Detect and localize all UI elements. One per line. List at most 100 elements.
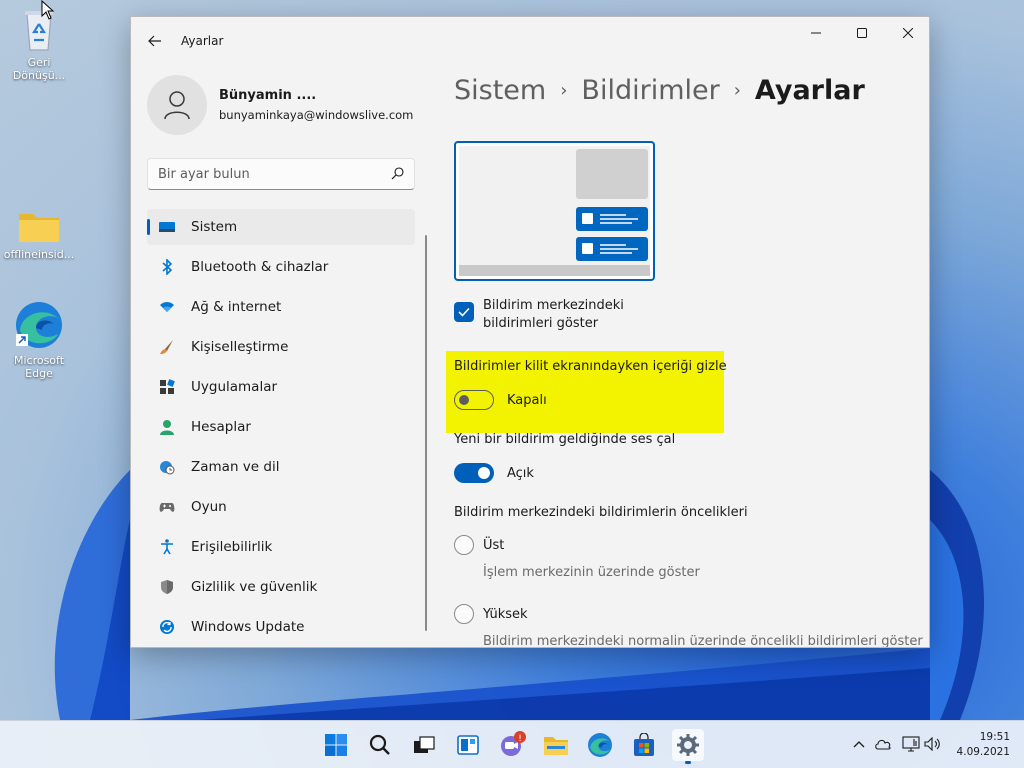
search-icon[interactable]	[391, 167, 404, 180]
task-view-button[interactable]	[408, 729, 440, 761]
network-icon	[902, 736, 920, 752]
taskbar: ! 19:51 4.09.2021	[0, 720, 1024, 768]
sidebar-item-label: Ağ & internet	[191, 299, 282, 315]
sidebar-item-windows-update[interactable]: Windows Update	[147, 609, 415, 645]
widgets-button[interactable]	[452, 729, 484, 761]
volume-icon	[924, 737, 940, 751]
active-app-indicator	[685, 761, 691, 764]
sidebar-item-accessibility[interactable]: Erişilebilirlik	[147, 529, 415, 565]
store-button[interactable]	[628, 729, 660, 761]
person-icon	[164, 91, 190, 120]
maximize-icon	[857, 28, 867, 38]
user-profile[interactable]: Bünyamin .... bunyaminkaya@windowslive.c…	[147, 75, 417, 135]
settings-search-box[interactable]	[147, 158, 415, 190]
gamepad-icon	[159, 499, 175, 515]
volume-button[interactable]	[924, 735, 942, 753]
chat-badge: !	[518, 734, 522, 744]
sidebar-item-privacy[interactable]: Gizlilik ve güvenlik	[147, 569, 415, 605]
mouse-cursor-icon	[41, 0, 55, 20]
minimize-icon	[811, 32, 821, 34]
brush-icon	[159, 339, 175, 355]
title-bar[interactable]: Ayarlar	[131, 17, 929, 61]
back-button[interactable]	[141, 29, 169, 53]
sidebar-nav: Sistem Bluetooth & cihazlar Ağ & interne…	[147, 209, 415, 647]
folder-icon	[19, 214, 59, 242]
settings-window: Ayarlar Bünyamin .... bunyaminkaya@windo…	[130, 16, 930, 648]
sidebar-item-apps[interactable]: Uygulamalar	[147, 369, 415, 405]
priority-top-description: İşlem merkezinin üzerinde göster	[483, 565, 700, 580]
notification-lines-icon	[582, 243, 638, 254]
sidebar-scrollbar[interactable]	[425, 235, 427, 631]
chevron-right-icon: ›	[733, 80, 741, 101]
priority-top-label: Üst	[483, 538, 505, 553]
toggle-knob	[478, 467, 490, 479]
user-name: Bünyamin ....	[219, 88, 317, 103]
network-button[interactable]	[902, 735, 920, 753]
sidebar-item-label: Hesaplar	[191, 419, 251, 435]
active-indicator	[147, 219, 150, 235]
sidebar-item-sistem[interactable]: Sistem	[147, 209, 415, 245]
desktop-icon-recycle-bin[interactable]: Geri Dönüşü...	[3, 6, 75, 82]
sidebar-item-bluetooth[interactable]: Bluetooth & cihazlar	[147, 249, 415, 285]
chat-icon: !	[501, 731, 526, 756]
chat-button[interactable]: !	[496, 729, 528, 761]
show-hidden-icons-button[interactable]	[850, 735, 868, 753]
clock[interactable]: 19:51 4.09.2021	[957, 730, 1010, 760]
breadcrumb-sistem[interactable]: Sistem	[454, 75, 546, 106]
store-icon	[634, 733, 654, 756]
settings-taskbar-button[interactable]	[672, 729, 704, 764]
sidebar-item-label: Kişiselleştirme	[191, 339, 289, 355]
desktop-icon-label: offlineinsid...	[3, 248, 75, 261]
priority-high-radio[interactable]	[454, 604, 474, 624]
avatar	[147, 75, 207, 135]
notification-preview-illustration	[454, 141, 655, 281]
chevron-up-icon	[853, 741, 865, 748]
chevron-right-icon: ›	[560, 80, 568, 101]
toggle-knob	[459, 395, 469, 405]
show-in-center-label: Bildirim merkezindeki bildirimleri göste…	[483, 298, 624, 331]
onedrive-icon	[875, 739, 891, 750]
priority-top-radio[interactable]	[454, 535, 474, 555]
desktop-icon-folder[interactable]: offlineinsid...	[3, 208, 75, 261]
sidebar-item-label: Bluetooth & cihazlar	[191, 259, 329, 275]
hide-on-lock-toggle[interactable]	[454, 390, 494, 410]
desktop-icon-edge[interactable]: Microsoft Edge	[3, 300, 75, 380]
close-icon	[903, 28, 913, 38]
settings-icon	[677, 734, 699, 756]
priority-high-label: Yüksek	[483, 607, 528, 622]
sidebar-item-label: Erişilebilirlik	[191, 539, 273, 555]
start-button[interactable]	[320, 729, 352, 761]
sidebar-item-network[interactable]: Ağ & internet	[147, 289, 415, 325]
maximize-button[interactable]	[839, 17, 885, 49]
minimize-button[interactable]	[793, 17, 839, 49]
sidebar-item-label: Gizlilik ve güvenlik	[191, 579, 318, 595]
search-button[interactable]	[364, 729, 396, 761]
sidebar-item-time-language[interactable]: Zaman ve dil	[147, 449, 415, 485]
user-email: bunyaminkaya@windowslive.com	[219, 108, 414, 122]
priority-heading: Bildirim merkezindeki bildirimlerin önce…	[454, 505, 748, 520]
preview-notification	[576, 207, 648, 231]
page-title: Ayarlar	[754, 75, 865, 106]
play-sound-label: Yeni bir bildirim geldiğinde ses çal	[454, 432, 676, 447]
close-button[interactable]	[885, 17, 929, 49]
file-explorer-button[interactable]	[540, 729, 572, 761]
sidebar-item-gaming[interactable]: Oyun	[147, 489, 415, 525]
show-in-center-checkbox[interactable]	[454, 302, 474, 322]
sidebar-item-accounts[interactable]: Hesaplar	[147, 409, 415, 445]
edge-taskbar-button[interactable]	[584, 729, 616, 761]
back-arrow-icon	[148, 35, 161, 47]
hide-on-lock-state: Kapalı	[507, 393, 547, 408]
account-icon	[159, 419, 175, 435]
accessibility-icon	[159, 539, 175, 555]
wifi-icon	[159, 299, 175, 315]
task-view-icon	[414, 736, 435, 753]
sidebar-item-personalization[interactable]: Kişiselleştirme	[147, 329, 415, 365]
clock-time: 19:51	[979, 731, 1010, 743]
sidebar-item-label: Windows Update	[191, 619, 305, 635]
search-input[interactable]	[158, 165, 378, 183]
system-icon	[159, 219, 175, 235]
onedrive-button[interactable]	[874, 735, 892, 753]
breadcrumb-bildirimler[interactable]: Bildirimler	[581, 75, 719, 106]
preview-screen	[459, 146, 650, 276]
play-sound-toggle[interactable]	[454, 463, 494, 483]
